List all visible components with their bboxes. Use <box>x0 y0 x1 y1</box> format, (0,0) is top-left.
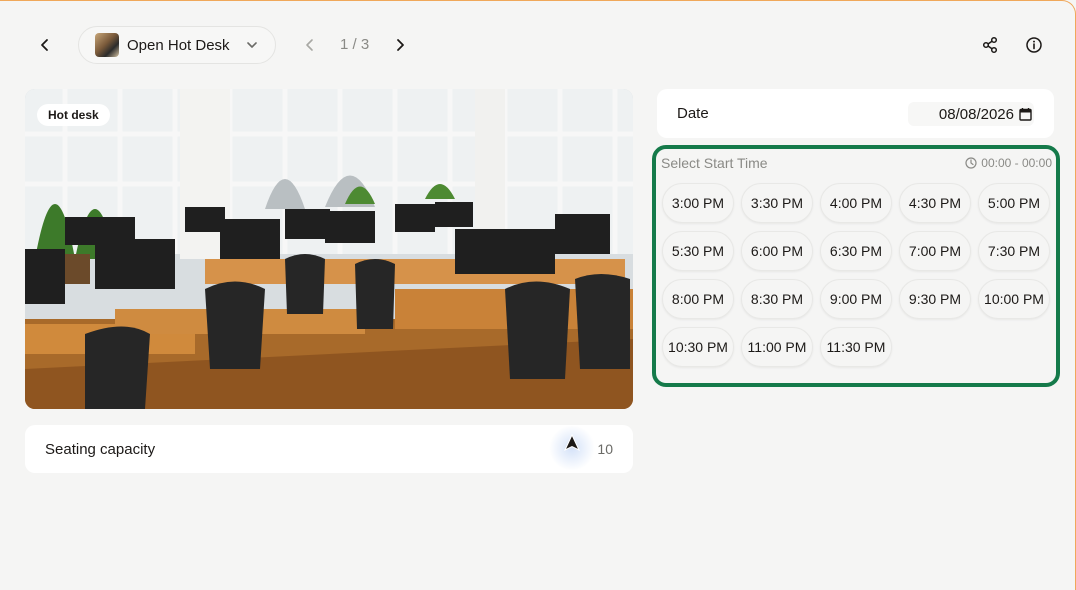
time-slot-button[interactable]: 7:00 PM <box>899 231 971 271</box>
date-value: 08/08/2026 <box>938 105 1014 123</box>
back-button[interactable] <box>31 31 59 59</box>
space-selector[interactable]: Open Hot Desk <box>78 26 276 64</box>
space-thumbnail <box>95 33 119 57</box>
time-slot-button[interactable]: 3:30 PM <box>741 183 813 223</box>
seating-capacity-value: 10 <box>597 441 613 457</box>
seating-capacity-label: Seating capacity <box>45 440 156 458</box>
time-slot-button[interactable]: 5:30 PM <box>662 231 734 271</box>
time-slot-button[interactable]: 3:00 PM <box>662 183 734 223</box>
time-slot-button[interactable]: 9:30 PM <box>899 279 971 319</box>
chevron-left-icon <box>41 39 48 51</box>
calendar-icon[interactable] <box>1019 107 1032 121</box>
previous-space-button[interactable] <box>296 31 324 59</box>
info-button[interactable] <box>1020 31 1048 59</box>
info-icon <box>1026 37 1042 53</box>
share-icon <box>982 36 998 54</box>
time-slot-button[interactable]: 5:00 PM <box>978 183 1050 223</box>
share-button[interactable] <box>976 31 1004 59</box>
time-slot-button[interactable]: 10:00 PM <box>978 279 1050 319</box>
time-slot-button[interactable]: 6:30 PM <box>820 231 892 271</box>
time-slot-button[interactable]: 6:00 PM <box>741 231 813 271</box>
start-time-title: Select Start Time <box>661 155 768 171</box>
next-space-button[interactable] <box>386 31 414 59</box>
time-slot-button[interactable]: 7:30 PM <box>978 231 1050 271</box>
seating-capacity-row: Seating capacity 10 <box>25 425 633 473</box>
time-slot-button[interactable]: 8:30 PM <box>741 279 813 319</box>
start-time-picker: Select Start Time 00:00 - 00:00 3:00 PM … <box>652 145 1060 387</box>
office-photo <box>25 89 633 409</box>
time-range: 00:00 - 00:00 <box>965 156 1052 170</box>
date-input[interactable]: 08/08/2026 <box>908 102 1034 126</box>
time-range-text: 00:00 - 00:00 <box>981 156 1052 170</box>
time-slot-button[interactable]: 4:00 PM <box>820 183 892 223</box>
time-slot-button[interactable]: 11:30 PM <box>820 327 892 367</box>
time-slot-button[interactable]: 8:00 PM <box>662 279 734 319</box>
space-type-badge: Hot desk <box>37 104 110 126</box>
date-label: Date <box>677 105 709 122</box>
chevron-left-icon <box>306 39 313 51</box>
mouse-cursor-icon <box>564 434 580 452</box>
chevron-right-icon <box>397 39 404 51</box>
date-row: Date 08/08/2026 <box>657 89 1054 138</box>
time-slot-button[interactable]: 11:00 PM <box>741 327 813 367</box>
space-name: Open Hot Desk <box>127 36 230 54</box>
pager-indicator: 1 / 3 <box>340 36 370 53</box>
time-slot-button[interactable]: 10:30 PM <box>662 327 734 367</box>
space-photo: Hot desk <box>25 89 633 409</box>
chevron-down-icon <box>247 42 257 48</box>
time-slot-button[interactable]: 4:30 PM <box>899 183 971 223</box>
clock-icon <box>965 157 977 169</box>
time-slot-button[interactable]: 9:00 PM <box>820 279 892 319</box>
